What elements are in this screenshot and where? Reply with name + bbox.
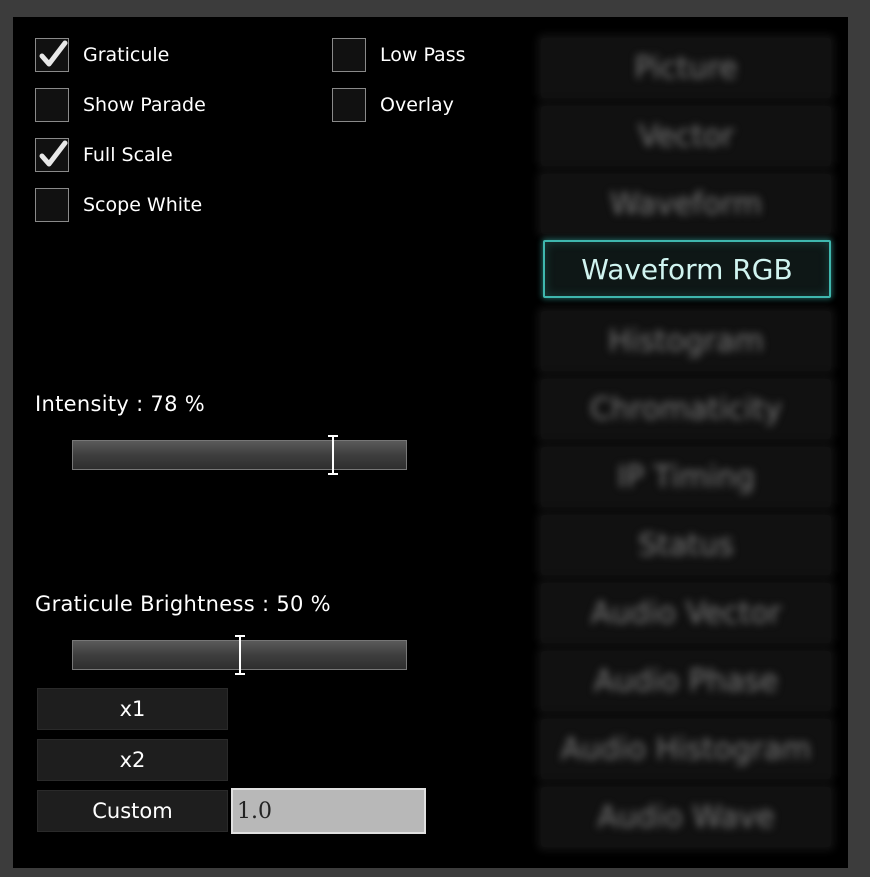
scope-button-label: Vector [638, 118, 734, 154]
scope-button-audio-histogram[interactable]: Audio Histogram [541, 719, 831, 779]
zoom-x2-button[interactable]: x2 [37, 739, 228, 781]
scope-button-label: Waveform RGB [581, 252, 793, 286]
window-frame: Graticule Show Parade Full Scale Scope W… [0, 0, 870, 877]
zoom-custom-button[interactable]: Custom [37, 790, 228, 832]
intensity-label: Intensity : 78 % [35, 392, 205, 416]
scope-button-label: Audio Histogram [560, 731, 812, 767]
scope-button-label: Waveform [609, 186, 763, 222]
overlay-label: Overlay [380, 94, 454, 116]
scope-button-label: Audio Phase [593, 663, 779, 699]
custom-zoom-input[interactable]: 1.0 [231, 788, 426, 834]
overlay-checkbox[interactable]: Overlay [332, 88, 454, 122]
scope-button-label: Audio Vector [590, 595, 782, 631]
check-icon [39, 140, 68, 167]
scope-button-label: Audio Wave [597, 799, 775, 835]
scope-button-histogram[interactable]: Histogram [541, 311, 831, 371]
full-scale-label: Full Scale [83, 144, 173, 166]
full-scale-checkbox-box[interactable] [35, 138, 69, 172]
intensity-slider-handle[interactable] [327, 435, 338, 475]
graticule-brightness-slider-handle[interactable] [234, 635, 245, 675]
scope-button-label: IP Timing [617, 459, 755, 495]
graticule-checkbox-box[interactable] [35, 38, 69, 72]
scope-button-picture[interactable]: Picture [541, 38, 831, 98]
scope-settings-panel: Graticule Show Parade Full Scale Scope W… [13, 17, 848, 868]
scope-button-waveform-rgb[interactable]: Waveform RGB [543, 240, 831, 298]
scope-button-status[interactable]: Status [541, 515, 831, 575]
scope-white-checkbox[interactable]: Scope White [35, 188, 202, 222]
full-scale-checkbox[interactable]: Full Scale [35, 138, 173, 172]
scope-white-checkbox-box[interactable] [35, 188, 69, 222]
graticule-brightness-slider[interactable] [72, 635, 407, 675]
graticule-checkbox[interactable]: Graticule [35, 38, 169, 72]
scope-button-audio-vector[interactable]: Audio Vector [541, 583, 831, 643]
graticule-brightness-label: Graticule Brightness : 50 % [35, 592, 331, 616]
low-pass-checkbox-box[interactable] [332, 38, 366, 72]
low-pass-checkbox[interactable]: Low Pass [332, 38, 466, 72]
scope-button-audio-wave[interactable]: Audio Wave [541, 787, 831, 847]
scope-button-label: Status [638, 527, 734, 563]
check-icon [39, 40, 68, 67]
scope-button-chromaticity[interactable]: Chromaticity [541, 379, 831, 439]
scope-button-audio-phase[interactable]: Audio Phase [541, 651, 831, 711]
show-parade-label: Show Parade [83, 94, 206, 116]
intensity-slider[interactable] [72, 435, 407, 475]
scope-white-label: Scope White [83, 194, 203, 216]
overlay-checkbox-box[interactable] [332, 88, 366, 122]
scope-button-label: Histogram [608, 323, 764, 359]
show-parade-checkbox[interactable]: Show Parade [35, 88, 206, 122]
zoom-x1-button[interactable]: x1 [37, 688, 228, 730]
scope-button-vector[interactable]: Vector [541, 106, 831, 166]
graticule-label: Graticule [83, 44, 170, 66]
show-parade-checkbox-box[interactable] [35, 88, 69, 122]
scope-button-ip-timing[interactable]: IP Timing [541, 447, 831, 507]
scope-button-label: Chromaticity [589, 391, 783, 427]
scope-button-label: Picture [634, 50, 738, 86]
scope-button-waveform[interactable]: Waveform [541, 174, 831, 234]
low-pass-label: Low Pass [380, 44, 466, 66]
